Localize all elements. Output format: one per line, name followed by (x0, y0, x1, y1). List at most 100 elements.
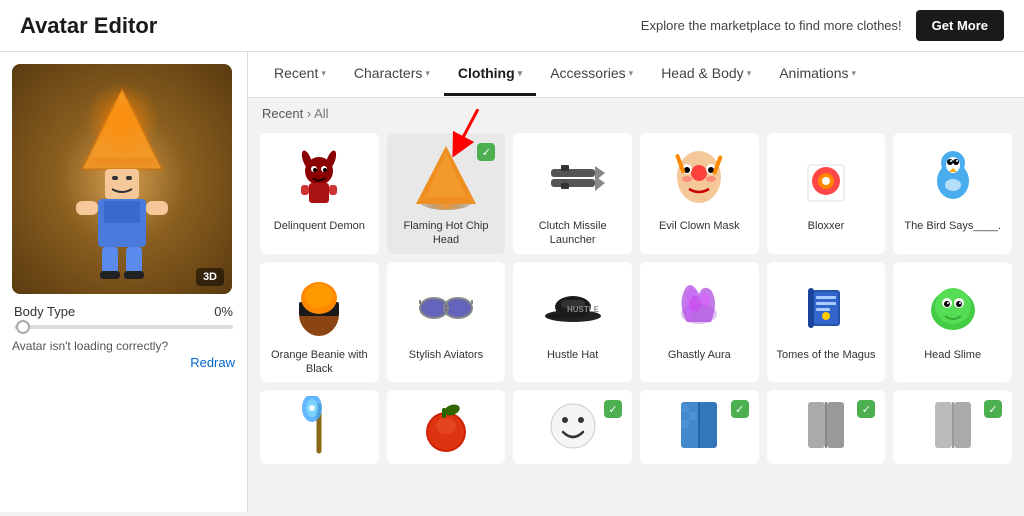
item-image-area (899, 139, 1006, 215)
demon-image (287, 145, 351, 209)
slider-thumb (16, 320, 30, 334)
aura-image (667, 274, 731, 338)
tab-animations[interactable]: Animations ▾ (765, 53, 870, 96)
three-d-badge: 3D (196, 268, 224, 286)
item-image-area: HUSTLE (519, 268, 626, 344)
list-item[interactable]: Head Slime (893, 262, 1012, 383)
tab-accessories[interactable]: Accessories ▾ (536, 53, 647, 96)
list-item[interactable]: Stylish Aviators (387, 262, 506, 383)
bird-image (921, 145, 985, 209)
list-item[interactable]: HUSTLE Hustle Hat (513, 262, 632, 383)
item-image-area (899, 268, 1006, 344)
missile-image (541, 145, 605, 209)
cap-image: HUSTLE (541, 274, 605, 338)
breadcrumb-recent[interactable]: Recent (262, 106, 303, 121)
chevron-down-icon: ▾ (518, 68, 523, 79)
item-label: Evil Clown Mask (659, 219, 740, 233)
app-title: Avatar Editor (20, 13, 157, 39)
get-more-button[interactable]: Get More (916, 10, 1004, 41)
beanie-image (287, 274, 351, 338)
list-item[interactable]: Bloxxer (767, 133, 886, 254)
item-check-badge: ✓ (731, 400, 749, 418)
item-image-area (266, 396, 373, 456)
item-label: The Bird Says____. (904, 219, 1001, 233)
body-type-label: Body Type (14, 304, 75, 319)
tab-head-body[interactable]: Head & Body ▾ (647, 53, 765, 96)
marketplace-text: Explore the marketplace to find more clo… (641, 18, 902, 33)
body-type-slider[interactable] (14, 325, 233, 329)
item-label: Stylish Aviators (409, 348, 483, 362)
item-image-area: ✓ (393, 139, 500, 215)
list-item[interactable]: ✓ Flaming Hot Chip Head (387, 133, 506, 254)
top-bar: Avatar Editor Explore the marketplace to… (0, 0, 1024, 52)
item-image-area: ✓ (519, 396, 626, 456)
item-label: Bloxxer (808, 219, 845, 233)
item-image-area: ✓ (899, 396, 1006, 456)
item-image-area (773, 139, 880, 215)
right-panel: Recent ▾ Characters ▾ Clothing ▾ Accesso… (248, 52, 1024, 512)
item-image-area (646, 139, 753, 215)
list-item[interactable] (387, 390, 506, 464)
item-check-badge: ✓ (604, 400, 622, 418)
list-item[interactable]: ✓ (893, 390, 1012, 464)
item-check-badge: ✓ (857, 400, 875, 418)
main-content: 3D Body Type 0% Avatar isn't loading cor… (0, 52, 1024, 512)
list-item[interactable]: Delinquent Demon (260, 133, 379, 254)
left-panel: 3D Body Type 0% Avatar isn't loading cor… (0, 52, 248, 512)
tomato-image (418, 396, 474, 456)
item-image-area (266, 139, 373, 215)
chevron-down-icon: ▾ (747, 68, 752, 79)
item-label: Head Slime (924, 348, 981, 362)
chip-head-image (414, 142, 478, 212)
list-item[interactable]: ✓ (767, 390, 886, 464)
clown-image (667, 145, 731, 209)
body-type-section: Body Type 0% (12, 304, 235, 329)
breadcrumb-current: All (314, 106, 328, 121)
list-item[interactable]: Ghastly Aura (640, 262, 759, 383)
item-image-area (393, 268, 500, 344)
face-image (545, 396, 601, 456)
nav-tabs: Recent ▾ Characters ▾ Clothing ▾ Accesso… (248, 52, 1024, 98)
loading-warn: Avatar isn't loading correctly? (12, 339, 235, 353)
list-item[interactable]: Orange Beanie with Black (260, 262, 379, 383)
svg-text:HUSTLE: HUSTLE (567, 305, 600, 314)
bloxxer-image (794, 145, 858, 209)
chevron-down-icon: ▾ (425, 68, 430, 79)
item-label: Delinquent Demon (274, 219, 365, 233)
item-label: Clutch Missile Launcher (519, 219, 626, 248)
pants-blue-image (671, 396, 727, 456)
breadcrumb: Recent › All (248, 98, 1024, 129)
list-item[interactable]: ✓ (640, 390, 759, 464)
list-item[interactable]: ✓ (513, 390, 632, 464)
pants-gray-image (798, 396, 854, 456)
avatar-preview: 3D (12, 64, 232, 294)
item-label: Ghastly Aura (668, 348, 731, 362)
item-check-badge: ✓ (477, 143, 495, 161)
tab-characters[interactable]: Characters ▾ (340, 53, 444, 96)
staff-image (292, 396, 346, 456)
tab-clothing[interactable]: Clothing ▾ (444, 53, 536, 96)
item-label: Orange Beanie with Black (266, 348, 373, 377)
tab-recent[interactable]: Recent ▾ (260, 53, 340, 96)
item-image-area (773, 268, 880, 344)
list-item[interactable]: Clutch Missile Launcher (513, 133, 632, 254)
item-label: Hustle Hat (547, 348, 598, 362)
chevron-down-icon: ▾ (629, 68, 634, 79)
body-type-pct: 0% (214, 304, 233, 319)
item-image-area (393, 396, 500, 456)
list-item[interactable]: Tomes of the Magus (767, 262, 886, 383)
pants-gray2-image (925, 396, 981, 456)
redraw-link[interactable]: Redraw (12, 355, 235, 370)
item-image-area (646, 268, 753, 344)
item-label: Tomes of the Magus (776, 348, 875, 362)
items-grid: Delinquent Demon (248, 129, 1024, 472)
item-label: Flaming Hot Chip Head (393, 219, 500, 248)
item-image-area: ✓ (773, 396, 880, 456)
list-item[interactable] (260, 390, 379, 464)
chevron-down-icon: ▾ (321, 68, 326, 79)
item-image-area (266, 268, 373, 344)
item-image-area: ✓ (646, 396, 753, 456)
top-bar-right: Explore the marketplace to find more clo… (641, 10, 1004, 41)
list-item[interactable]: The Bird Says____. (893, 133, 1012, 254)
list-item[interactable]: Evil Clown Mask (640, 133, 759, 254)
